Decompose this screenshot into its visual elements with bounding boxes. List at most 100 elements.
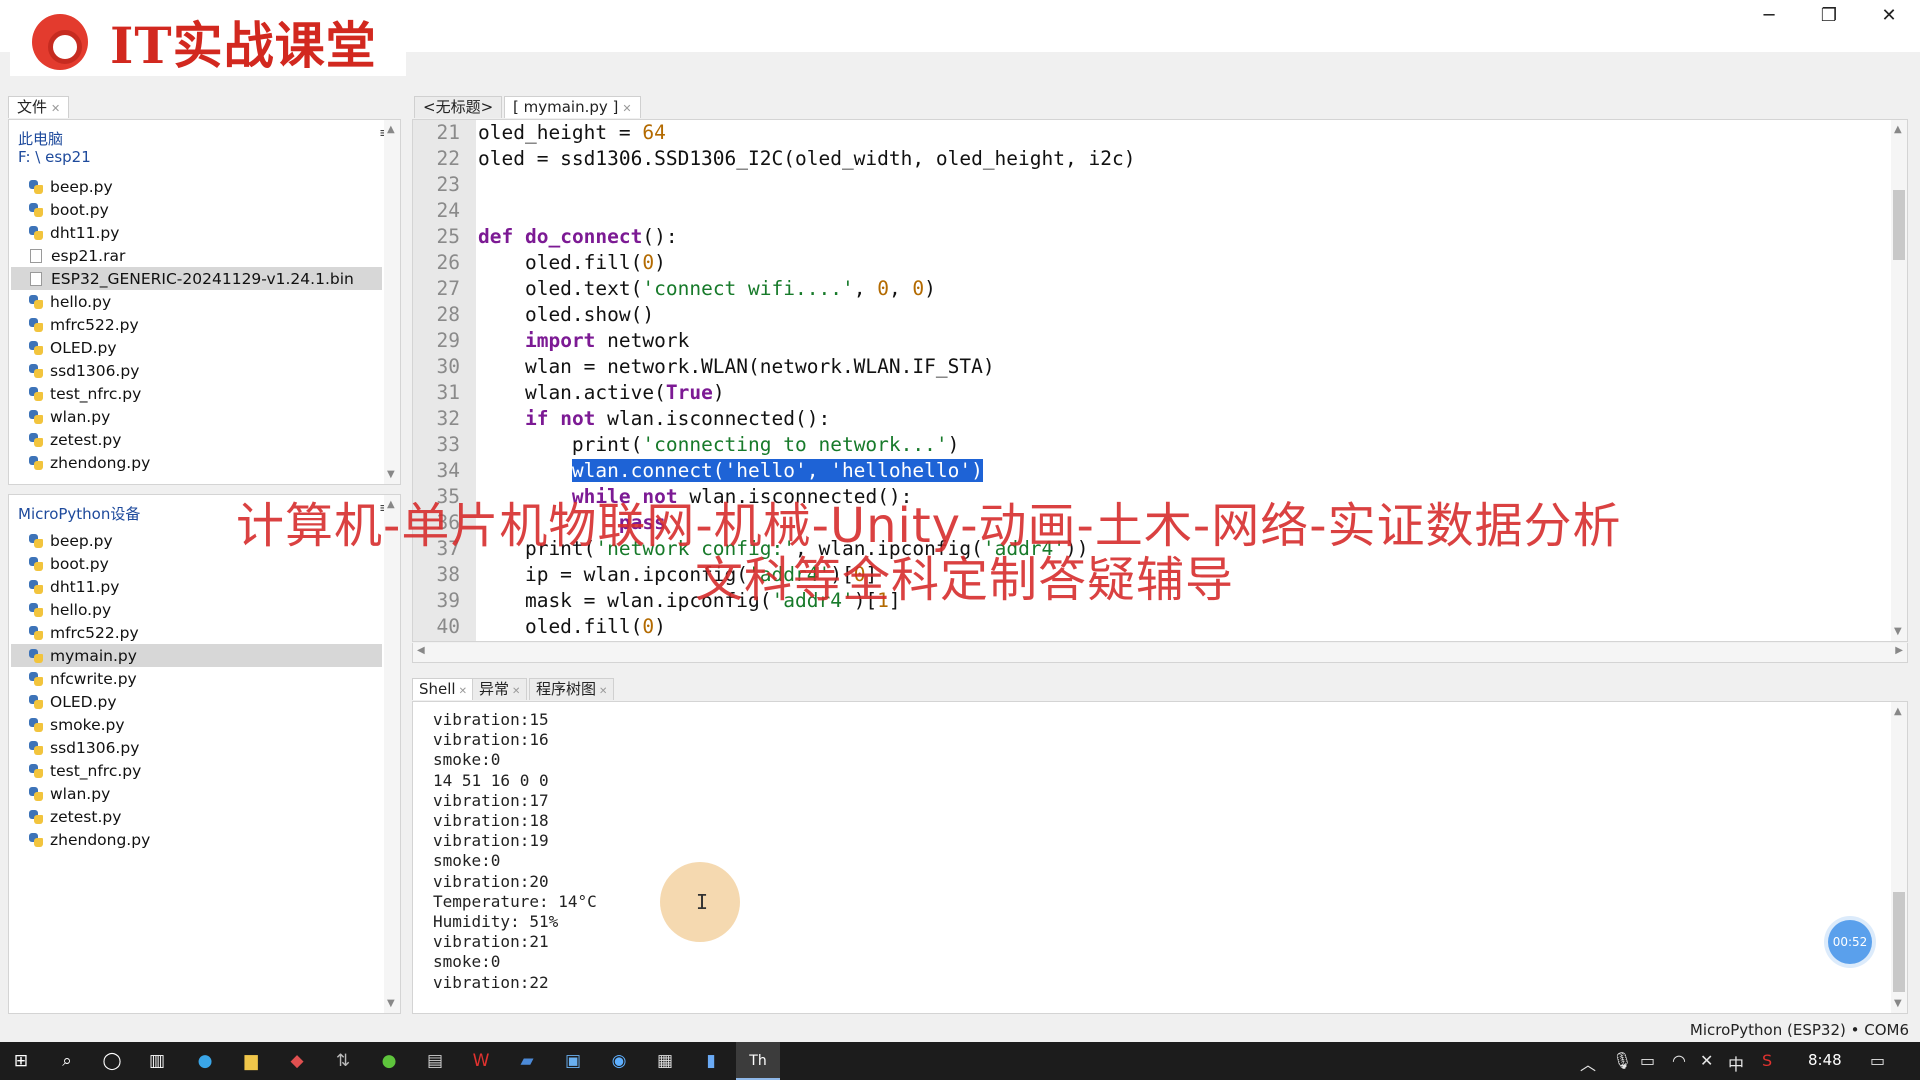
scroll-down-icon[interactable]: ▼ [387, 998, 395, 1009]
recording-timer-badge[interactable]: 00:52 [1828, 920, 1872, 964]
code-line[interactable]: 22 oled = ssd1306.SSD1306_I2C(oled_width,… [413, 146, 1883, 172]
cortana-icon[interactable]: ◯ [99, 1048, 125, 1074]
code-line[interactable]: 24 [413, 198, 1883, 224]
scroll-thumb[interactable] [1893, 190, 1905, 260]
file-list-item[interactable]: zetest.py [11, 805, 382, 828]
scroll-thumb[interactable] [1893, 892, 1905, 992]
interpreter-status[interactable]: MicroPython (ESP32) • COM6 [1690, 1021, 1909, 1039]
editor-vertical-scrollbar[interactable]: ▲ ▼ [1891, 120, 1907, 641]
input-method-indicator[interactable]: 中 [1728, 1051, 1744, 1075]
app-icon-1[interactable]: ◆ [284, 1048, 310, 1074]
scroll-up-icon[interactable]: ▲ [1894, 124, 1902, 135]
scroll-down-icon[interactable]: ▼ [1894, 998, 1902, 1009]
sogou-ime-icon[interactable]: S [1762, 1051, 1772, 1070]
search-icon[interactable]: ⌕ [54, 1048, 80, 1074]
file-list-item[interactable]: ssd1306.py [11, 736, 382, 759]
battery-icon[interactable]: ▭ [1640, 1051, 1655, 1070]
thonny-icon[interactable]: Th [745, 1048, 771, 1074]
local-files-scrollbar[interactable]: ▲ ▼ [384, 120, 400, 484]
app-icon-4[interactable]: ▤ [422, 1048, 448, 1074]
file-list-item[interactable]: mfrc522.py [11, 313, 382, 336]
scroll-up-icon[interactable]: ▲ [387, 124, 395, 135]
code-line[interactable]: 27 oled.text('connect wifi....', 0, 0) [413, 276, 1883, 302]
code-line[interactable]: 23 [413, 172, 1883, 198]
file-list-item[interactable]: test_nfrc.py [11, 759, 382, 782]
app-icon-8[interactable]: ▦ [652, 1048, 678, 1074]
restore-button[interactable]: ❐ [1800, 0, 1858, 30]
file-list-item[interactable]: dht11.py [11, 221, 382, 244]
code-line[interactable]: 29 import network [413, 328, 1883, 354]
file-list-item[interactable]: ESP32_GENERIC-20241129-v1.24.1.bin [11, 267, 382, 290]
edge-icon[interactable]: ● [192, 1048, 218, 1074]
file-list-item[interactable]: beep.py [11, 175, 382, 198]
tray-chevron-icon[interactable]: ︿ [1580, 1051, 1596, 1075]
device-files-scrollbar[interactable]: ▲ ▼ [384, 495, 400, 1013]
file-list-item[interactable]: hello.py [11, 290, 382, 313]
shell-console[interactable]: vibration:15 vibration:16 smoke:0 14 51 16 … [412, 701, 1908, 1014]
editor-horizontal-scrollbar[interactable]: ◀ ▶ [412, 643, 1908, 663]
close-icon[interactable]: ✕ [51, 102, 60, 115]
scroll-up-icon[interactable]: ▲ [1894, 706, 1902, 717]
volume-muted-icon[interactable]: ✕ [1700, 1051, 1713, 1070]
close-icon[interactable]: ✕ [512, 686, 520, 697]
file-list-item[interactable]: zetest.py [11, 428, 382, 451]
app-icon-3[interactable]: ● [376, 1048, 402, 1074]
code-line[interactable]: 34 wlan.connect('hello', 'hellohello') [413, 458, 1883, 484]
close-icon[interactable]: ✕ [459, 686, 467, 697]
scroll-right-icon[interactable]: ▶ [1895, 645, 1903, 656]
file-list-item[interactable]: mymain.py [11, 644, 382, 667]
file-list-item[interactable]: OLED.py [11, 336, 382, 359]
app-icon-2[interactable]: ⇅ [330, 1048, 356, 1074]
tab-program-tree[interactable]: 程序树图 ✕ [529, 678, 615, 700]
file-list-item[interactable]: test_nfrc.py [11, 382, 382, 405]
file-list-item[interactable]: zhendong.py [11, 451, 382, 474]
app-icon-5[interactable]: ▰ [514, 1048, 540, 1074]
task-view-icon[interactable]: ▥ [144, 1048, 170, 1074]
wps-icon[interactable]: W [468, 1048, 494, 1074]
tab-exceptions[interactable]: 异常 ✕ [472, 678, 528, 700]
code-line[interactable]: 28 oled.show() [413, 302, 1883, 328]
file-list-item[interactable]: wlan.py [11, 405, 382, 428]
code-line[interactable]: 26 oled.fill(0) [413, 250, 1883, 276]
notification-icon[interactable]: ▭ [1870, 1051, 1885, 1070]
file-explorer-icon[interactable]: ▆ [238, 1048, 264, 1074]
file-list-item[interactable]: boot.py [11, 198, 382, 221]
minimize-button[interactable]: ─ [1740, 0, 1798, 30]
file-list-item[interactable]: mfrc522.py [11, 621, 382, 644]
file-list-item[interactable]: nfcwrite.py [11, 667, 382, 690]
microphone-icon[interactable]: 🎙 [1612, 1051, 1632, 1070]
code-line[interactable]: 25 def do_connect(): [413, 224, 1883, 250]
notepad-icon[interactable]: ▮ [698, 1048, 724, 1074]
taskbar-clock[interactable]: 8:48 [1808, 1051, 1842, 1069]
file-list-item[interactable]: dht11.py [11, 575, 382, 598]
windows-start-icon[interactable]: ⊞ [8, 1048, 34, 1074]
code-line[interactable]: 33 print('connecting to network...') [413, 432, 1883, 458]
scroll-down-icon[interactable]: ▼ [1894, 626, 1902, 637]
tab-files[interactable]: 文件 ✕ [8, 96, 70, 118]
file-list-item[interactable]: esp21.rar [11, 244, 382, 267]
file-list-item[interactable]: smoke.py [11, 713, 382, 736]
scroll-down-icon[interactable]: ▼ [387, 469, 395, 480]
code-line[interactable]: 30 wlan = network.WLAN(network.WLAN.IF_S… [413, 354, 1883, 380]
code-line[interactable]: 21 oled_height = 64 [413, 120, 1883, 146]
close-button[interactable]: ✕ [1860, 0, 1918, 30]
shell-scrollbar[interactable]: ▲ ▼ [1891, 702, 1907, 1013]
app-icon-7[interactable]: ◉ [606, 1048, 632, 1074]
file-list-item[interactable]: hello.py [11, 598, 382, 621]
close-icon[interactable]: ✕ [599, 686, 607, 697]
close-icon[interactable]: ✕ [622, 102, 631, 115]
file-list-item[interactable]: zhendong.py [11, 828, 382, 851]
tab-untitled[interactable]: <无标题> [414, 96, 503, 118]
tab-mymain[interactable]: [ mymain.py ] ✕ [504, 96, 641, 118]
code-line[interactable]: 31 wlan.active(True) [413, 380, 1883, 406]
tab-shell[interactable]: Shell ✕ [412, 678, 474, 700]
code-line[interactable]: 32 if not wlan.isconnected(): [413, 406, 1883, 432]
local-files-path[interactable]: F: \ esp21 [18, 148, 91, 166]
scroll-left-icon[interactable]: ◀ [417, 645, 425, 656]
file-list-item[interactable]: ssd1306.py [11, 359, 382, 382]
file-list-item[interactable]: OLED.py [11, 690, 382, 713]
code-line[interactable]: 40 oled.fill(0) [413, 614, 1883, 640]
file-list-item[interactable]: wlan.py [11, 782, 382, 805]
wifi-icon[interactable]: ◠ [1672, 1051, 1686, 1070]
app-icon-6[interactable]: ▣ [560, 1048, 586, 1074]
